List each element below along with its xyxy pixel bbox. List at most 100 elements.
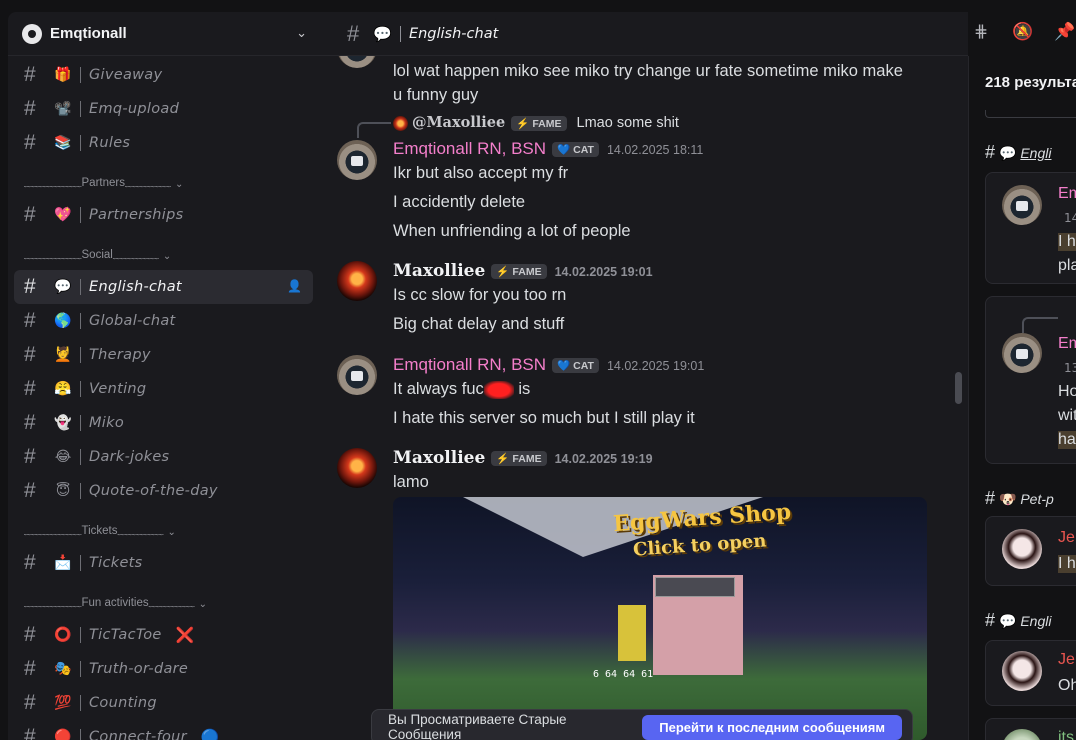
reply-text: Lmao some shit — [576, 115, 679, 131]
result-text: I h — [1058, 555, 1076, 573]
channel-emq-upload[interactable]: # 📽️ Emq-upload — [14, 92, 313, 126]
channel-dark-jokes[interactable]: # 😂 Dark-jokes — [14, 440, 313, 474]
category-social[interactable]: ﹏﹏﹏﹏﹏Social﹏﹏﹏﹏ ⌄ — [8, 232, 321, 270]
result-card[interactable]: Je I h — [985, 516, 1076, 586]
category-label: ﹏﹏﹏﹏﹏Fun activities﹏﹏﹏﹏ — [24, 597, 195, 609]
result-text: pla — [1058, 257, 1076, 274]
books-icon: 📚 — [54, 135, 72, 151]
role-tag: 💙 CAT — [552, 142, 599, 158]
hash-icon: # — [24, 691, 36, 714]
avatar[interactable] — [337, 355, 377, 395]
username[interactable]: Maxolliee — [393, 448, 485, 468]
channel-separator — [80, 449, 81, 465]
channel-name: TicTacToe — [89, 627, 162, 643]
hash-icon: # — [24, 551, 36, 574]
result-card[interactable]: its — [985, 718, 1076, 740]
result-card[interactable]: Em 13. Ho wit ha — [985, 296, 1076, 464]
result-card[interactable]: Em 14. I h pla — [985, 172, 1076, 284]
hash-icon: # — [24, 131, 36, 154]
channel-truth-or-dare[interactable]: # 🎭 Truth-or-dare — [14, 652, 313, 686]
hash-icon: # — [985, 488, 996, 508]
category-label: ﹏﹏﹏﹏﹏Partners﹏﹏﹏﹏ — [24, 177, 171, 189]
result-timestamp: 13. — [1064, 361, 1076, 375]
chat-panel: # 💬 English-chat lol wat happen miko see… — [321, 12, 968, 740]
redaction-scribble — [483, 380, 514, 399]
speech-bubble-icon: 💬 — [999, 145, 1017, 161]
channel-title: English-chat — [408, 25, 499, 42]
category-label: ﹏﹏﹏﹏﹏Social﹏﹏﹏﹏ — [24, 249, 159, 261]
theater-masks-icon: 🎭 — [54, 661, 72, 677]
server-icon — [22, 23, 42, 44]
channel-english-chat[interactable]: # 💬 English-chat 👤 — [14, 270, 313, 304]
red-circle-icon: 🔴 — [54, 729, 72, 740]
results-count: 218 результатов — [985, 74, 1076, 91]
image-panel — [655, 577, 735, 597]
channel-tictactoe[interactable]: # ⭕ TicTacToe ❌ — [14, 618, 313, 652]
pin-icon[interactable]: 📌 — [1054, 22, 1076, 44]
message-header: Maxolliee ⚡ FAME 14.02.2025 19:01 — [393, 261, 653, 281]
avatar — [1002, 333, 1042, 373]
avatar[interactable] — [337, 448, 377, 488]
result-channel-header[interactable]: # 💬 Engli — [985, 142, 1051, 163]
category-partners[interactable]: ﹏﹏﹏﹏﹏Partners﹏﹏﹏﹏ ⌄ — [8, 160, 321, 198]
channel-separator — [80, 555, 81, 571]
channel-name: Miko — [89, 415, 125, 431]
image-character — [618, 605, 646, 661]
scrollbar-thumb[interactable] — [955, 372, 962, 404]
massage-icon: 💆 — [54, 347, 72, 363]
dog-face-icon: 🐶 — [999, 491, 1017, 507]
result-card[interactable]: Je Oh — [985, 640, 1076, 706]
channel-partnerships[interactable]: # 💖 Partnerships — [14, 198, 313, 232]
threads-icon[interactable]: ⋕ — [970, 22, 992, 44]
username[interactable]: Maxolliee — [393, 261, 485, 281]
channel-separator — [80, 101, 81, 117]
username[interactable]: Emqtionall RN, BSN — [393, 139, 546, 158]
ghost-icon: 👻 — [54, 415, 72, 431]
server-header[interactable]: Emqtionall ⌄ — [8, 12, 321, 56]
avatar[interactable] — [337, 56, 377, 68]
message-header: Emqtionall RN, BSN 💙 CAT 14.02.2025 19:01 — [393, 355, 704, 375]
channel-separator — [80, 313, 81, 329]
reply-preview[interactable]: @Maxolliee ⚡ FAME Lmao some shit — [393, 114, 679, 131]
hash-icon: # — [24, 275, 36, 298]
channel-sidebar: Emqtionall ⌄ # 🎁 Giveaway # 📽️ Emq-uploa… — [8, 12, 321, 740]
message-line: lol wat happen miko see miko try change … — [393, 62, 903, 80]
result-username: its — [1058, 729, 1074, 740]
channel-name: Venting — [89, 381, 147, 397]
channel-tickets[interactable]: # 📩 Tickets — [14, 546, 313, 580]
channel-venting[interactable]: # 😤 Venting — [14, 372, 313, 406]
add-member-icon[interactable]: 👤 — [287, 279, 303, 295]
old-messages-banner: Вы Просматриваете Старые Сообщения Перей… — [371, 709, 913, 740]
jump-to-present-button[interactable]: Перейти к последним сообщениям — [642, 714, 902, 740]
attachment-image[interactable]: EggWars Shop Click to open 6 64 64 61 — [393, 497, 927, 740]
channel-rules[interactable]: # 📚 Rules — [14, 126, 313, 160]
category-fun-activities[interactable]: ﹏﹏﹏﹏﹏Fun activities﹏﹏﹏﹏ ⌄ — [8, 580, 321, 618]
timestamp: 14.02.2025 18:11 — [606, 142, 704, 157]
result-text: ha — [1058, 431, 1076, 449]
avatar[interactable] — [337, 140, 377, 180]
result-channel-header[interactable]: # 🐶 Pet-p — [985, 488, 1054, 509]
mute-bell-icon[interactable]: 🔕 — [1012, 22, 1034, 44]
message-line: u funny guy — [393, 86, 479, 104]
channel-name: Rules — [89, 135, 131, 151]
username[interactable]: Emqtionall RN, BSN — [393, 355, 546, 374]
result-username: Em — [1058, 185, 1076, 202]
channel-separator — [80, 627, 81, 643]
channel-counting[interactable]: # 💯 Counting — [14, 686, 313, 720]
category-tickets[interactable]: ﹏﹏﹏﹏﹏Tickets﹏﹏﹏﹏ ⌄ — [8, 508, 321, 546]
result-channel-header[interactable]: # 💬 Engli — [985, 610, 1051, 631]
hash-icon: # — [24, 657, 36, 680]
channel-quote-of-the-day[interactable]: # 😇 Quote-of-the-day — [14, 474, 313, 508]
channel-connect-four[interactable]: # 🔴 Connect-four 🔵 — [14, 720, 313, 740]
channel-separator — [80, 695, 81, 711]
chevron-down-icon[interactable]: ⌄ — [296, 26, 307, 41]
channel-miko[interactable]: # 👻 Miko — [14, 406, 313, 440]
message-line: lamo — [393, 473, 429, 491]
server-name: Emqtionall — [50, 25, 127, 42]
channel-giveaway[interactable]: # 🎁 Giveaway — [14, 58, 313, 92]
channel-therapy[interactable]: # 💆 Therapy — [14, 338, 313, 372]
role-tag: 💙 CAT — [552, 358, 599, 374]
speech-bubble-icon: 💬 — [373, 24, 392, 43]
channel-global-chat[interactable]: # 🌎 Global-chat — [14, 304, 313, 338]
avatar[interactable] — [337, 261, 377, 301]
